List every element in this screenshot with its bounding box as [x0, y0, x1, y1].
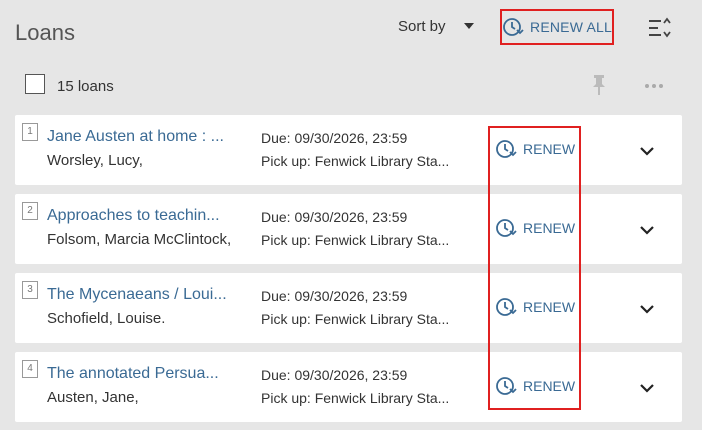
more-dots-icon[interactable]	[644, 83, 664, 89]
renew-button[interactable]: RENEW	[495, 375, 575, 397]
chevron-down-icon[interactable]	[639, 303, 655, 315]
loan-item: 1 Jane Austen at home : ... Worsley, Luc…	[15, 115, 682, 185]
renew-button[interactable]: RENEW	[495, 217, 575, 239]
loan-item: 2 Approaches to teachin... Folsom, Marci…	[15, 194, 682, 264]
loan-title-link[interactable]: The Mycenaeans / Loui...	[47, 286, 227, 304]
renew-label: RENEW	[523, 299, 576, 315]
due-date: Due: 09/30/2026, 23:59	[261, 209, 408, 225]
loan-title-link[interactable]: Approaches to teachin...	[47, 207, 220, 225]
clock-renew-icon	[496, 377, 517, 395]
renew-label: RENEW	[523, 220, 576, 236]
loan-title-link[interactable]: The annotated Persua...	[47, 365, 219, 383]
pickup-location: Pick up: Fenwick Library Sta...	[261, 153, 450, 169]
due-date: Due: 09/30/2026, 23:59	[261, 130, 408, 146]
renew-all-label: RENEW ALL	[530, 19, 612, 35]
pickup-location: Pick up: Fenwick Library Sta...	[261, 311, 450, 327]
chevron-down-icon[interactable]	[639, 382, 655, 394]
chevron-down-icon[interactable]	[639, 145, 655, 157]
renew-label: RENEW	[523, 378, 576, 394]
loan-author: Schofield, Louise.	[47, 310, 166, 327]
clock-renew-icon	[496, 298, 517, 316]
select-all-checkbox[interactable]	[25, 74, 45, 94]
item-number: 2	[22, 202, 38, 220]
loan-title-link[interactable]: Jane Austen at home : ...	[47, 128, 224, 146]
clock-renew-icon	[496, 219, 517, 237]
pickup-location: Pick up: Fenwick Library Sta...	[261, 390, 450, 406]
clock-renew-icon	[503, 18, 524, 36]
sort-by-label[interactable]: Sort by	[398, 18, 446, 35]
loan-author: Worsley, Lucy,	[47, 152, 143, 169]
sort-list-icon[interactable]	[648, 17, 672, 39]
renew-label: RENEW	[523, 141, 576, 157]
item-number: 3	[22, 281, 38, 299]
loan-item: 3 The Mycenaeans / Loui... Schofield, Lo…	[15, 273, 682, 343]
loan-count: 15 loans	[57, 78, 114, 95]
caret-down-icon[interactable]	[464, 23, 474, 29]
loan-author: Folsom, Marcia McClintock,	[47, 231, 232, 248]
renew-button[interactable]: RENEW	[495, 296, 575, 318]
loan-item: 4 The annotated Persua... Austen, Jane, …	[15, 352, 682, 422]
clock-renew-icon	[496, 140, 517, 158]
chevron-down-icon[interactable]	[639, 224, 655, 236]
due-date: Due: 09/30/2026, 23:59	[261, 367, 408, 383]
item-number: 1	[22, 123, 38, 141]
pickup-location: Pick up: Fenwick Library Sta...	[261, 232, 450, 248]
renew-all-button[interactable]: RENEW ALL	[500, 9, 614, 45]
page-title: Loans	[15, 20, 75, 45]
loan-author: Austen, Jane,	[47, 389, 139, 406]
item-number: 4	[22, 360, 38, 378]
renew-button[interactable]: RENEW	[495, 138, 575, 160]
pin-icon[interactable]	[591, 74, 607, 96]
due-date: Due: 09/30/2026, 23:59	[261, 288, 408, 304]
